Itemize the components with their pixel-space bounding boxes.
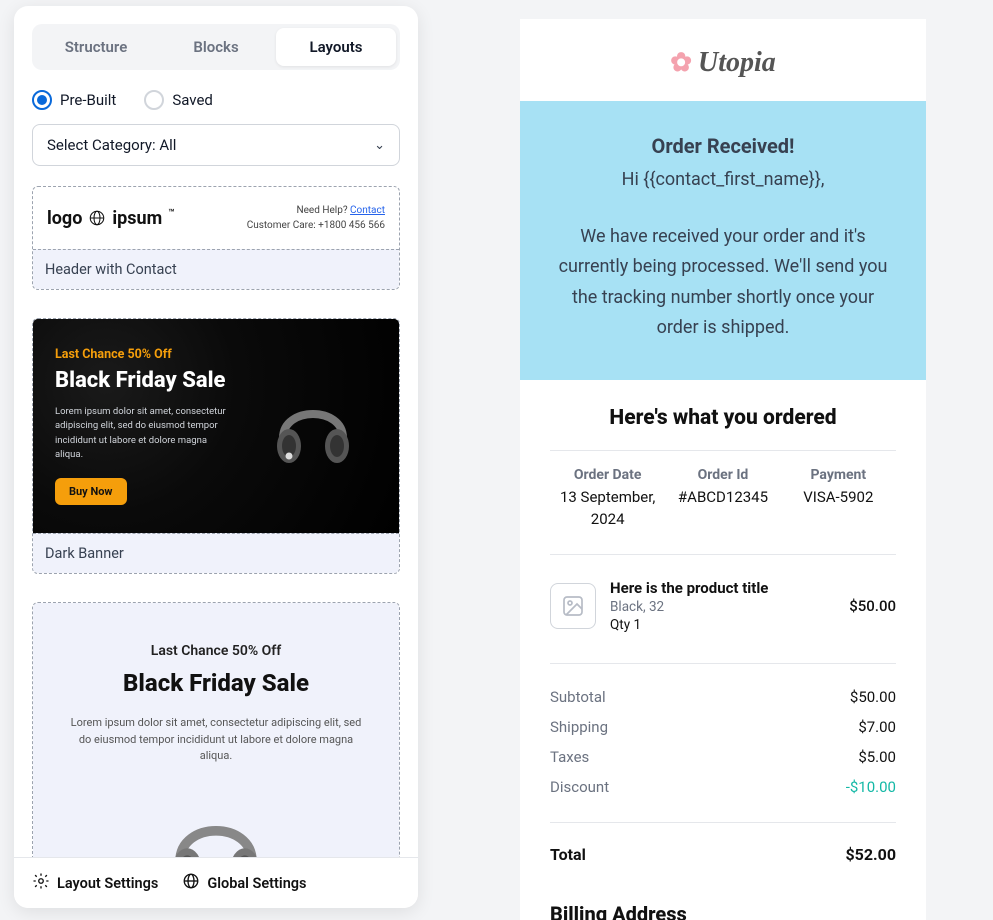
row-label: Taxes: [550, 748, 589, 766]
layout-preview: Last Chance 50% Off Black Friday Sale Lo…: [33, 319, 399, 533]
button-label: Global Settings: [207, 875, 306, 892]
layout-dark-banner[interactable]: Last Chance 50% Off Black Friday Sale Lo…: [32, 318, 400, 574]
layouts-list[interactable]: logo ipsum ™ Need Help? Contact: [14, 186, 418, 857]
row-value: $50.00: [850, 688, 896, 706]
row-label: Subtotal: [550, 688, 606, 706]
row-value: -$10.00: [846, 778, 896, 796]
tm: ™: [168, 208, 174, 219]
banner-title: Black Friday Sale: [55, 368, 234, 393]
contact-block: Need Help? Contact Customer Care: +1800 …: [247, 203, 385, 233]
layout-preview: logo ipsum ™ Need Help? Contact: [33, 187, 399, 249]
billing-heading: Billing Address: [550, 874, 896, 920]
hero-greeting: Hi {{contact_first_name}},: [550, 165, 896, 196]
editor-side-panel: Structure Blocks Layouts Pre-Built Saved…: [14, 6, 418, 908]
row-label: Shipping: [550, 718, 608, 736]
layout-light-banner[interactable]: Last Chance 50% Off Black Friday Sale Lo…: [32, 602, 400, 857]
logo-ipsum: logo ipsum ™: [47, 208, 175, 229]
row-value: $5.00: [858, 748, 896, 766]
total-value: $52.00: [845, 845, 896, 864]
radio-icon: [144, 90, 164, 110]
brand-logo: ✿ Utopia: [520, 19, 926, 101]
hero-body: We have received your order and it's cur…: [550, 222, 896, 344]
logo-text-b: ipsum: [112, 208, 162, 229]
customer-care: Customer Care: +1800 456 566: [247, 218, 385, 233]
button-label: Layout Settings: [57, 875, 158, 892]
layout-source-radios: Pre-Built Saved: [14, 70, 418, 124]
layout-preview: Last Chance 50% Off Black Friday Sale Lo…: [33, 603, 399, 857]
globe-icon: [182, 872, 200, 894]
totals-block: Subtotal $50.00 Shipping $7.00 Taxes $5.…: [550, 664, 896, 823]
layout-settings-button[interactable]: Layout Settings: [32, 872, 158, 894]
meta-label: Order Date: [550, 467, 665, 483]
meta-label: Order Id: [665, 467, 780, 483]
item-title: Here is the product title: [610, 579, 835, 597]
order-meta: Order Date 13 September, 2024 Order Id #…: [550, 451, 896, 556]
panel-footer: Layout Settings Global Settings: [14, 857, 418, 908]
section-heading: Here's what you ordered: [550, 406, 896, 451]
layout-label: Dark Banner: [33, 533, 399, 573]
tab-layouts[interactable]: Layouts: [276, 28, 396, 66]
line-item: Here is the product title Black, 32 Qty …: [550, 555, 896, 664]
gear-icon: [32, 872, 50, 894]
meta-label: Payment: [781, 467, 896, 483]
select-value: Select Category: All: [47, 136, 176, 154]
grand-total: Total $52.00: [550, 823, 896, 874]
banner-title: Black Friday Sale: [59, 669, 373, 697]
globe-icon: [88, 209, 106, 227]
need-help-text: Need Help?: [296, 205, 350, 216]
banner-tag: Last Chance 50% Off: [55, 347, 234, 362]
meta-value: #ABCD12345: [665, 487, 780, 509]
flower-icon: ✿: [670, 48, 692, 78]
layout-header-with-contact[interactable]: logo ipsum ™ Need Help? Contact: [32, 186, 400, 290]
brand-text: Utopia: [698, 47, 776, 79]
hero-section: Order Received! Hi {{contact_first_name}…: [520, 101, 926, 380]
banner-tag: Last Chance 50% Off: [59, 643, 373, 659]
banner-body: Lorem ipsum dolor sit amet, consectetur …: [66, 715, 366, 765]
meta-value: VISA-5902: [781, 487, 896, 509]
meta-value: 13 September, 2024: [550, 487, 665, 531]
hero-title: Order Received!: [550, 129, 896, 163]
item-price: $50.00: [849, 597, 896, 615]
order-section: Here's what you ordered Order Date 13 Se…: [520, 380, 926, 920]
radio-saved[interactable]: Saved: [144, 90, 213, 110]
image-placeholder-icon: [550, 583, 596, 629]
category-select[interactable]: Select Category: All ⌄: [32, 124, 400, 166]
global-settings-button[interactable]: Global Settings: [182, 872, 306, 894]
radio-prebuilt[interactable]: Pre-Built: [32, 90, 116, 110]
total-label: Total: [550, 845, 586, 864]
banner-body: Lorem ipsum dolor sit amet, consectetur …: [55, 405, 234, 462]
layout-label: Header with Contact: [33, 249, 399, 289]
row-label: Discount: [550, 778, 609, 796]
radio-label: Pre-Built: [60, 91, 116, 109]
headphones-image: [59, 787, 373, 858]
buy-now-button: Buy Now: [55, 478, 127, 505]
contact-link: Contact: [350, 205, 385, 216]
panel-tabs: Structure Blocks Layouts: [32, 24, 400, 70]
email-preview: ✿ Utopia Order Received! Hi {{contact_fi…: [520, 19, 926, 920]
headphones-image: [250, 347, 378, 505]
chevron-down-icon: ⌄: [374, 138, 385, 153]
tab-blocks[interactable]: Blocks: [156, 28, 276, 66]
item-variant: Black, 32: [610, 599, 835, 615]
logo-text-a: logo: [47, 208, 82, 229]
radio-icon: [32, 90, 52, 110]
row-value: $7.00: [858, 718, 896, 736]
item-qty: Qty 1: [610, 617, 835, 633]
tab-structure[interactable]: Structure: [36, 28, 156, 66]
radio-label: Saved: [172, 91, 213, 109]
